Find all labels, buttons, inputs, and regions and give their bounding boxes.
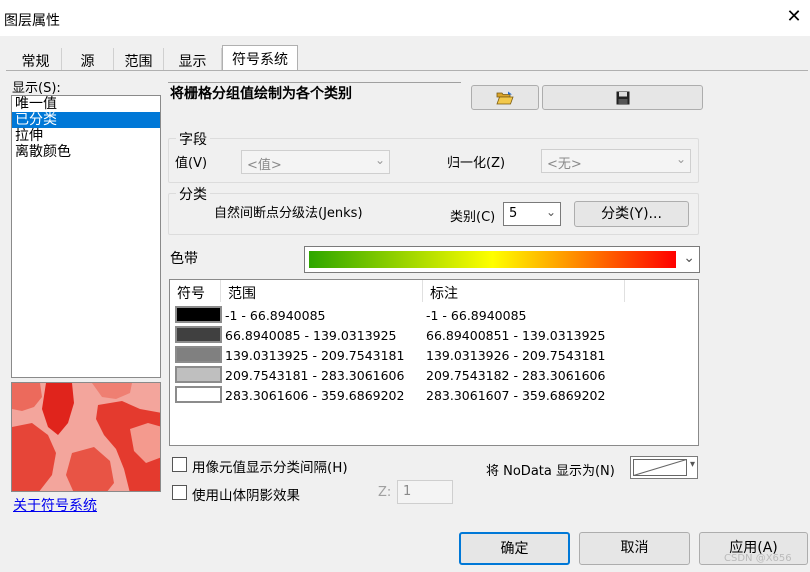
symbol-swatch[interactable] xyxy=(175,386,222,403)
nodata-color-picker[interactable]: ▾ xyxy=(630,456,698,479)
chevron-down-icon: ⌄ xyxy=(683,250,695,266)
symbol-swatch[interactable] xyxy=(175,366,222,383)
list-item-unique-values[interactable]: 唯一值 xyxy=(12,96,160,112)
classification-group-legend: 分类 xyxy=(176,184,210,204)
label-cell[interactable]: -1 - 66.8940085 xyxy=(426,308,526,323)
range-cell[interactable]: 283.3061606 - 359.6869202 xyxy=(225,388,404,403)
classify-button[interactable]: 分类(Y)... xyxy=(574,201,689,227)
about-symbology-link[interactable]: 关于符号系统 xyxy=(13,495,97,515)
label-cell[interactable]: 66.89400851 - 139.0313925 xyxy=(426,328,605,343)
ok-button[interactable]: 确定 xyxy=(459,532,570,565)
tab-symbology[interactable]: 符号系统 xyxy=(222,45,298,71)
pixel-interval-checkbox[interactable] xyxy=(172,457,187,472)
value-field-text: <值> xyxy=(247,158,282,173)
list-item-classified[interactable]: 已分类 xyxy=(12,112,160,128)
tab-extent[interactable]: 范围 xyxy=(114,48,164,70)
watermark: CSDN @X656 xyxy=(724,553,792,564)
color-ramp-label: 色带 xyxy=(170,251,198,267)
renderer-preview-image xyxy=(11,382,161,492)
classification-method: 自然间断点分级法(Jenks) xyxy=(214,206,363,221)
chevron-down-icon: ⌄ xyxy=(545,205,556,219)
table-row[interactable]: 139.0313925 - 209.7543181 139.0313926 - 2… xyxy=(170,346,698,366)
range-cell[interactable]: -1 - 66.8940085 xyxy=(225,308,325,323)
color-ramp-swatch xyxy=(309,251,676,268)
list-item-discrete-color[interactable]: 离散颜色 xyxy=(12,144,160,160)
show-label: 显示(S): xyxy=(12,81,61,96)
open-style-button[interactable] xyxy=(471,85,539,110)
label-cell[interactable]: 283.3061607 - 359.6869202 xyxy=(426,388,605,403)
range-cell[interactable]: 139.0313925 - 209.7543181 xyxy=(225,348,404,363)
range-cell[interactable]: 209.7543181 - 283.3061606 xyxy=(225,368,404,383)
hillshade-label: 使用山体阴影效果 xyxy=(192,488,300,504)
hillshade-checkbox[interactable] xyxy=(172,485,187,500)
floppy-save-icon xyxy=(616,91,629,105)
tab-display[interactable]: 显示 xyxy=(164,48,222,70)
table-row[interactable]: 66.8940085 - 139.0313925 66.89400851 - 13… xyxy=(170,326,698,346)
window-title: 图层属性 xyxy=(4,13,60,29)
table-row[interactable]: 209.7543181 - 283.3061606 209.7543182 - 2… xyxy=(170,366,698,386)
range-cell[interactable]: 66.8940085 - 139.0313925 xyxy=(225,328,397,343)
title-bar: 图层属性 ✕ xyxy=(0,0,810,36)
renderer-description: 将栅格分组值绘制为各个类别 xyxy=(168,82,461,112)
z-factor-input[interactable]: 1 xyxy=(397,480,453,504)
symbol-swatch[interactable] xyxy=(175,346,222,363)
list-item-stretched[interactable]: 拉伸 xyxy=(12,128,160,144)
table-row[interactable]: -1 - 66.8940085 -1 - 66.8940085 xyxy=(170,306,698,326)
pixel-interval-label: 用像元值显示分类间隔(H) xyxy=(192,460,348,476)
value-label: 值(V) xyxy=(175,156,208,171)
classes-select[interactable]: 5 ⌄ xyxy=(503,202,561,226)
table-row[interactable]: 283.3061606 - 359.6869202 283.3061607 - 3… xyxy=(170,386,698,406)
save-style-button[interactable] xyxy=(542,85,703,110)
nodata-label: 将 NoData 显示为(N) xyxy=(486,464,615,479)
nodata-color-swatch xyxy=(633,459,687,476)
label-column-header[interactable]: 标注 xyxy=(423,280,625,302)
label-cell[interactable]: 139.0313926 - 209.7543181 xyxy=(426,348,605,363)
tab-source[interactable]: 源 xyxy=(62,48,114,70)
folder-open-icon xyxy=(496,91,514,105)
tab-general[interactable]: 常规 xyxy=(10,48,62,70)
field-group-legend: 字段 xyxy=(176,129,210,149)
label-cell[interactable]: 209.7543182 - 283.3061606 xyxy=(426,368,605,383)
symbol-column-header[interactable]: 符号 xyxy=(170,280,221,302)
renderer-list[interactable]: 唯一值 已分类 拉伸 离散颜色 xyxy=(11,95,161,378)
value-field-select[interactable]: <值> ⌄ xyxy=(241,150,390,174)
chevron-down-icon: ⌄ xyxy=(374,153,385,167)
normalize-label: 归一化(Z) xyxy=(447,156,506,171)
chevron-down-icon: ▾ xyxy=(689,459,695,470)
close-icon[interactable]: ✕ xyxy=(783,6,805,28)
chevron-down-icon: ⌄ xyxy=(675,152,686,166)
symbol-swatch[interactable] xyxy=(175,306,222,323)
color-ramp-select[interactable]: ⌄ xyxy=(304,246,700,273)
normalize-field-select[interactable]: <无> ⌄ xyxy=(541,149,691,173)
classes-value: 5 xyxy=(509,206,518,221)
cancel-button[interactable]: 取消 xyxy=(579,532,690,565)
z-label: Z: xyxy=(378,485,392,500)
normalize-field-text: <无> xyxy=(547,157,582,172)
symbol-swatch[interactable] xyxy=(175,326,222,343)
class-table[interactable]: 符号 范围 标注 -1 - 66.8940085 -1 - 66.8940085 6… xyxy=(169,279,699,446)
classes-label: 类别(C) xyxy=(450,210,496,225)
range-column-header[interactable]: 范围 xyxy=(221,280,423,302)
